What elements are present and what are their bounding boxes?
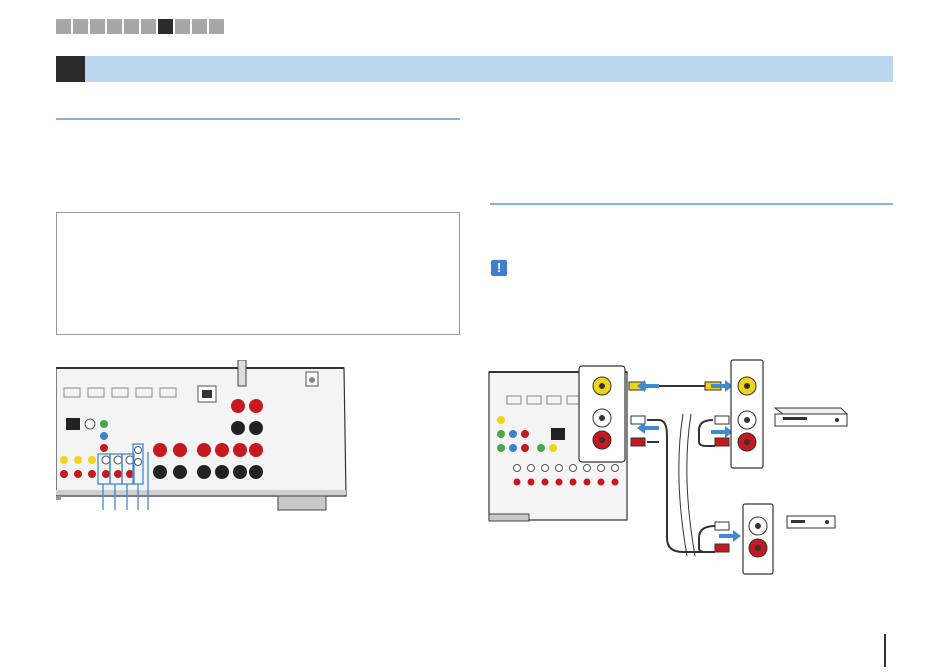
progress-square bbox=[175, 19, 190, 34]
receiver-jack-callout bbox=[578, 365, 626, 463]
progress-square bbox=[141, 19, 156, 34]
progress-square bbox=[107, 19, 122, 34]
progress-square bbox=[56, 19, 71, 34]
cd-player-icon bbox=[786, 515, 836, 529]
progress-square bbox=[90, 19, 105, 34]
bd-dvd-player-icon bbox=[773, 407, 849, 427]
progress-square bbox=[209, 19, 224, 34]
connection-diagram-figure bbox=[488, 359, 849, 575]
network-port bbox=[197, 385, 217, 403]
device-1-jack-panel bbox=[730, 359, 764, 469]
subsection-rule-left bbox=[56, 118, 460, 120]
progress-square-current bbox=[158, 19, 173, 34]
power-inlet bbox=[305, 371, 319, 387]
page-number-rule bbox=[884, 634, 886, 667]
antenna-connector bbox=[237, 360, 247, 387]
cables bbox=[628, 381, 737, 557]
note-box bbox=[56, 212, 460, 335]
device-2-jack-panel bbox=[742, 503, 774, 575]
receiver-rear-panel-figure bbox=[56, 360, 347, 511]
section-title-bar bbox=[56, 56, 893, 82]
progress-square bbox=[192, 19, 207, 34]
subsection-rule-right bbox=[490, 203, 893, 205]
section-number-box bbox=[56, 56, 85, 82]
chapter-progress bbox=[56, 19, 224, 34]
exclamation-icon: ! bbox=[491, 260, 507, 276]
progress-square bbox=[124, 19, 139, 34]
progress-square bbox=[73, 19, 88, 34]
signal-arrows bbox=[637, 380, 741, 542]
